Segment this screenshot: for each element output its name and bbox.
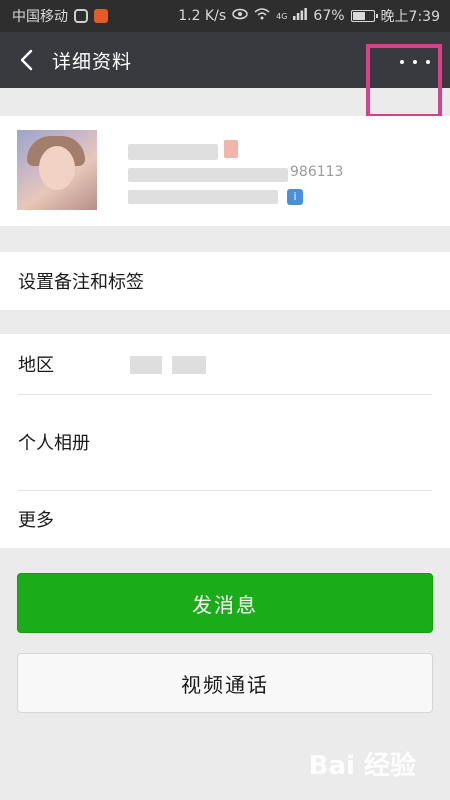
signal-icon <box>293 8 308 24</box>
profile-card[interactable]: i <box>0 116 450 226</box>
region-value-redacted <box>130 356 162 374</box>
carrier-label: 中国移动 <box>12 9 68 25</box>
more-row[interactable]: 更多 <box>0 490 450 548</box>
wifi-icon <box>254 8 270 24</box>
remark-group: 设置备注和标签 <box>0 252 450 310</box>
video-app-icon <box>94 9 108 23</box>
more-label: 更多 <box>18 510 54 531</box>
nickname-redacted <box>128 144 218 160</box>
album-label: 个人相册 <box>18 433 90 454</box>
avatar[interactable] <box>17 130 97 210</box>
notification-app-icon <box>74 9 88 23</box>
gender-icon <box>224 140 238 158</box>
album-row[interactable]: 个人相册 <box>0 394 450 490</box>
status-right: 1.2 K/s 4G 67% 晚上7:39 <box>178 6 440 26</box>
status-bar: 中国移动 1.2 K/s 4G 67% 晚上7:39 <box>0 0 450 32</box>
status-left: 中国移动 <box>12 6 108 26</box>
page-title: 详细资料 <box>52 50 133 73</box>
send-message-button[interactable]: 发消息 <box>17 573 433 633</box>
network-type: 4G <box>276 11 288 21</box>
battery-percent: 67% <box>313 8 345 24</box>
battery-icon <box>350 10 378 22</box>
network-speed: 1.2 K/s <box>178 8 227 24</box>
account-id-text: 986113 <box>290 164 344 180</box>
eye-icon <box>232 8 248 24</box>
region-row: 地区 <box>0 334 450 394</box>
info-badge-icon: i <box>287 189 303 205</box>
remark-and-tag-label: 设置备注和标签 <box>18 272 144 293</box>
info-group: 地区 个人相册 更多 <box>0 334 450 548</box>
region-label: 地区 <box>18 355 54 376</box>
clock: 晚上7:39 <box>380 9 440 25</box>
video-call-button[interactable]: 视频通话 <box>17 653 433 713</box>
chevron-left-icon[interactable] <box>4 32 48 88</box>
annotation-highlight-box <box>366 44 442 118</box>
watermark-logo: Bai 经验 <box>308 751 416 781</box>
region-value-redacted-2 <box>172 356 206 374</box>
remark-and-tag-row[interactable]: 设置备注和标签 <box>0 252 450 310</box>
account-id-redacted <box>128 168 288 182</box>
source-redacted <box>128 190 278 204</box>
